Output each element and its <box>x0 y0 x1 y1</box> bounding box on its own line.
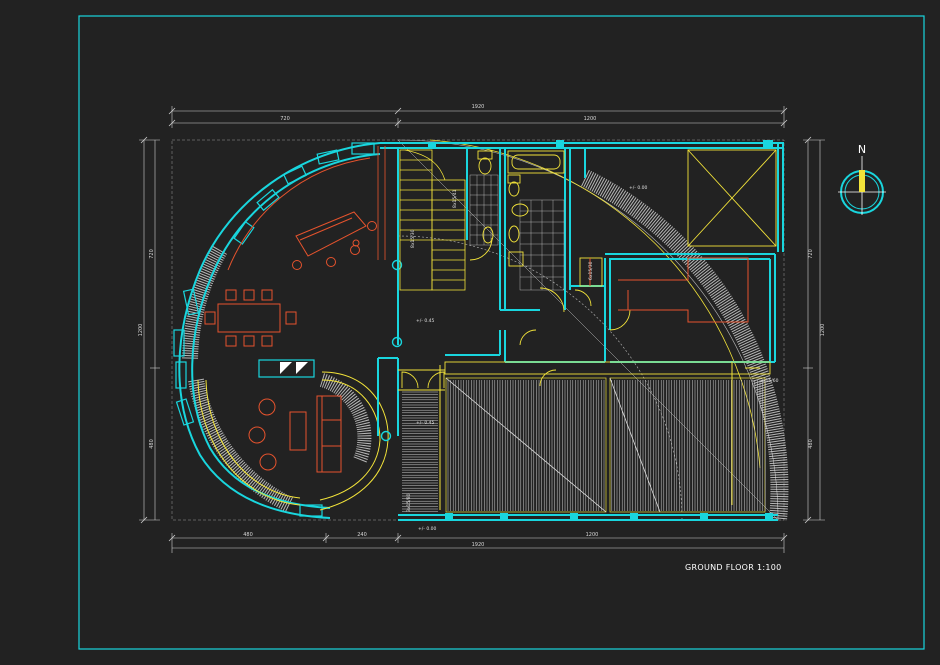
north-label: N <box>858 143 866 156</box>
dim-top-left: 720 <box>280 116 290 122</box>
stair-main-note: 8x15/41 <box>452 189 458 208</box>
dim-bottom-right: 1200 <box>586 532 599 538</box>
dim-left-bottom: 480 <box>149 439 155 449</box>
kitchen-island <box>258 359 315 378</box>
column-round-3 <box>380 430 392 442</box>
stair-hall-note: 6x15/30 <box>588 261 594 280</box>
stair-entry-note: 3x15/80 <box>406 493 412 512</box>
dim-left-overall: 1200 <box>138 324 144 337</box>
main-stair <box>399 149 466 291</box>
level-living: +/- 0.45 <box>416 318 434 324</box>
north-arrow-icon <box>838 156 886 215</box>
level-entry: +/- 0.45 <box>416 420 434 426</box>
dim-bottom-overall: 1920 <box>472 542 485 548</box>
stair-small-note: 8x15/30 <box>410 229 416 248</box>
dim-right-bottom: 480 <box>808 439 814 449</box>
level-bottom: +/- 0.00 <box>418 526 436 532</box>
floor-plan-drawing: 1920 720 1200 480 240 1200 1920 720 1200… <box>78 15 925 650</box>
dim-left-top: 720 <box>149 249 155 259</box>
drawing-title: GROUND FLOOR 1:100 <box>685 563 782 572</box>
dim-right-top: 720 <box>808 249 814 259</box>
doors <box>401 257 631 389</box>
walls <box>377 142 784 521</box>
ramp-hatch <box>445 377 766 513</box>
dim-bottom-left: 480 <box>243 532 253 538</box>
dim-bottom-mid: 240 <box>357 532 367 538</box>
yellow-walls <box>398 362 760 510</box>
stair-ramp-note: 3x15/60 <box>760 378 779 384</box>
dim-right-overall: 1200 <box>820 324 826 337</box>
dim-top-overall: 1920 <box>472 104 485 110</box>
level-garage: +/- 0.00 <box>629 185 647 191</box>
wc-tiles <box>469 174 565 291</box>
dim-top-right: 1200 <box>584 116 597 122</box>
ramp-stripes <box>447 380 766 511</box>
